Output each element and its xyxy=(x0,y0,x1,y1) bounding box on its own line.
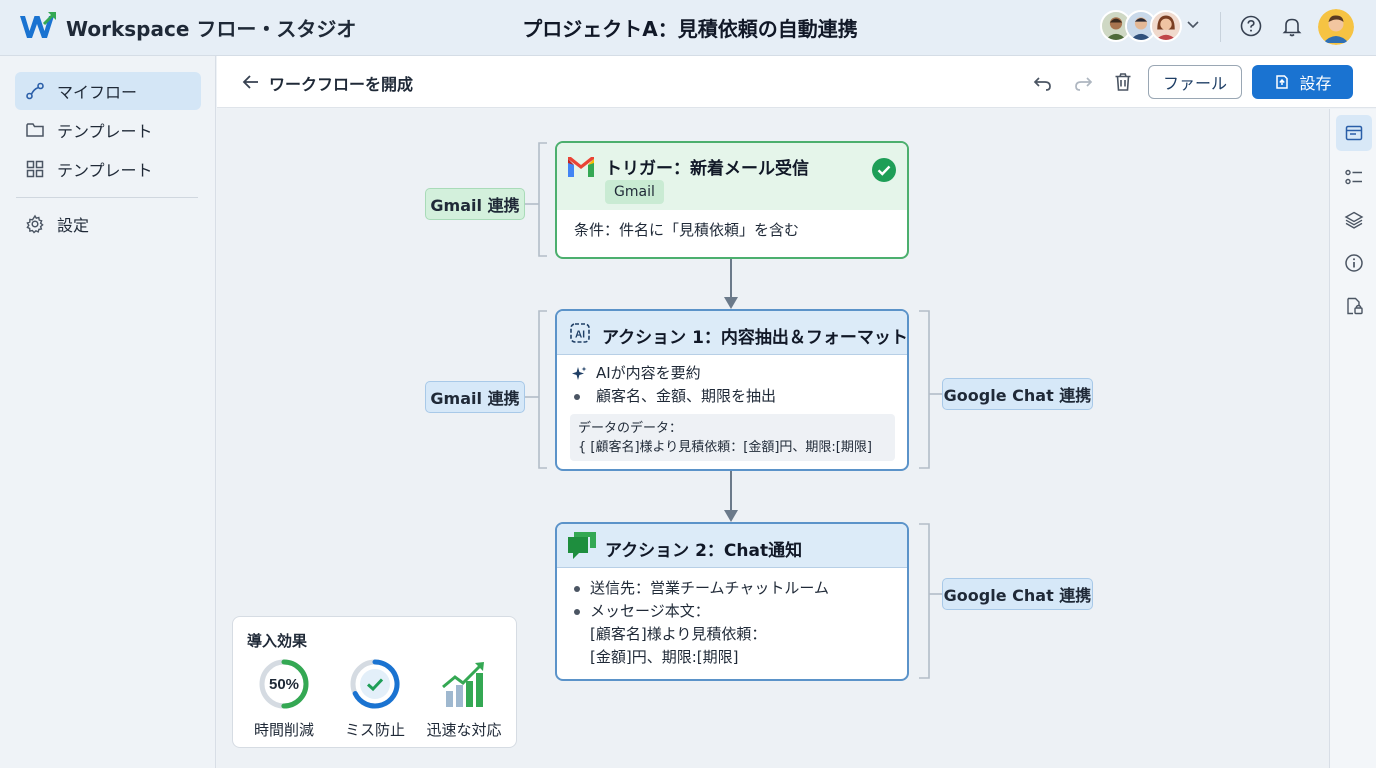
flow-icon xyxy=(26,82,44,100)
help-icon[interactable] xyxy=(1239,14,1263,38)
sidebar-item-my-flows[interactable]: マイフロー xyxy=(15,72,201,110)
gear-icon xyxy=(26,214,44,234)
progress-ring: 50% xyxy=(259,659,309,709)
app-logo-icon[interactable] xyxy=(18,10,58,42)
trash-icon[interactable] xyxy=(1111,70,1135,94)
page-title: ワークフローを開成 xyxy=(269,75,414,94)
top-bar: Workspace フロー・スタジオ プロジェクトA：見積依頼の自動連携 xyxy=(0,0,1376,56)
metric-label: 時間削減 xyxy=(253,721,314,739)
svg-text:AI: AI xyxy=(575,330,585,341)
right-rail xyxy=(1329,109,1376,768)
save-button-label: 設存 xyxy=(1299,74,1332,93)
sidebar-item-label: マイフロー xyxy=(57,83,138,102)
sparkle-icon xyxy=(572,366,587,380)
document-lock-icon xyxy=(1347,297,1363,315)
folder-icon xyxy=(26,123,44,137)
action2-card[interactable]: アクション 2：Chat通知 送信先：営業チームチャットルーム メッセージ本文：… xyxy=(555,522,909,681)
gmail-integration-pill[interactable]: Gmail 連携 xyxy=(425,381,525,413)
checklist-button[interactable] xyxy=(1340,163,1368,191)
trigger-card[interactable]: トリガー：新着メール受信 Gmail 条件：件名に「見積依頼」を含む xyxy=(555,141,909,259)
workflow-header: ワークフローを開成 ファール 設存 xyxy=(217,56,1376,108)
app-title: Workspace フロー・スタジオ xyxy=(66,17,357,41)
action1-body: AIが内容を要約 顧客名、金額、期限を抽出 xyxy=(570,362,776,408)
user-avatar[interactable] xyxy=(1318,9,1354,45)
check-icon xyxy=(350,659,400,709)
avatar[interactable] xyxy=(1150,10,1182,42)
chevron-down-icon[interactable] xyxy=(1185,16,1201,32)
sidebar-divider xyxy=(16,197,198,198)
message-label-line: メッセージ本文： xyxy=(570,600,829,623)
gmail-icon xyxy=(568,157,594,177)
save-button[interactable]: 設存 xyxy=(1252,65,1353,99)
toolbar-divider xyxy=(1220,12,1221,42)
action1-card-header: AI アクション 1：内容抽出＆フォーマット xyxy=(557,311,907,355)
recipient-line: 送信先：営業チームチャットルーム xyxy=(570,577,829,600)
metric-value: 50% xyxy=(269,676,299,693)
info-button[interactable] xyxy=(1340,249,1368,277)
google-chat-integration-pill[interactable]: Google Chat 連携 xyxy=(942,578,1093,610)
file-button[interactable]: ファール xyxy=(1148,65,1242,99)
google-chat-integration-pill[interactable]: Google Chat 連携 xyxy=(942,378,1093,410)
grid-icon xyxy=(26,160,44,178)
data-label: データのデータ： xyxy=(578,421,683,436)
sidebar-item-templates[interactable]: テンプレート xyxy=(15,111,201,149)
message-line: [顧客名]様より見積依頼： xyxy=(590,625,767,643)
save-icon xyxy=(1276,75,1289,89)
trigger-title: トリガー：新着メール受信 xyxy=(605,159,809,179)
metric-time-reduction: 50% 時間削減 xyxy=(239,657,329,743)
action2-body: 送信先：営業チームチャットルーム メッセージ本文： [顧客名]様より見積依頼： … xyxy=(570,577,829,669)
back-arrow-icon[interactable] xyxy=(239,70,263,94)
impact-card: 導入効果 50% 時間削減 ミス防止 迅速な対応 xyxy=(232,616,517,748)
info-icon xyxy=(1345,254,1363,272)
redo-icon[interactable] xyxy=(1071,70,1095,94)
metric-label: ミス防止 xyxy=(344,721,405,739)
trigger-condition: 条件：件名に「見積依頼」を含む xyxy=(574,221,800,239)
action1-card[interactable]: AI アクション 1：内容抽出＆フォーマット AIが内容を要約 顧客名、金額、期… xyxy=(555,309,909,471)
data-preview: データのデータ： { [顧客名]様より見積依頼：[金額]円、期限:[期限] xyxy=(570,414,895,461)
sidebar: マイフロー テンプレート テンプレート 設定 xyxy=(0,56,216,768)
message-line: [金額]円、期限:[期限] xyxy=(590,648,739,666)
bell-icon[interactable] xyxy=(1280,14,1304,38)
metric-error-prevention: ミス防止 xyxy=(330,657,420,743)
gmail-integration-pill[interactable]: Gmail 連携 xyxy=(425,188,525,220)
data-value: { [顧客名]様より見積依頼：[金額]円、期限:[期限] xyxy=(578,440,872,455)
sidebar-item-label: 設定 xyxy=(57,216,90,235)
metric-label: 迅速な対応 xyxy=(426,721,502,739)
project-title: プロジェクトA：見積依頼の自動連携 xyxy=(522,17,858,41)
impact-title: 導入効果 xyxy=(247,632,308,650)
extract-line: 顧客名、金額、期限を抽出 xyxy=(570,385,776,408)
google-chat-icon xyxy=(568,532,596,559)
ai-summary-line: AIが内容を要約 xyxy=(570,362,776,385)
growth-chart-icon xyxy=(442,662,484,707)
sidebar-item-settings[interactable]: 設定 xyxy=(15,205,201,243)
trigger-card-header: トリガー：新着メール受信 Gmail xyxy=(557,143,907,210)
ai-icon: AI xyxy=(570,323,590,343)
metric-fast-response: 迅速な対応 xyxy=(419,657,509,743)
sidebar-item-label: テンプレート xyxy=(57,122,153,141)
properties-panel-button[interactable] xyxy=(1336,115,1372,151)
check-circle-icon xyxy=(872,158,896,182)
sidebar-item-templates-grid[interactable]: テンプレート xyxy=(15,150,201,188)
checklist-icon xyxy=(1345,169,1362,185)
panel-icon xyxy=(1345,125,1363,141)
layers-icon xyxy=(1344,211,1364,229)
action2-card-header: アクション 2：Chat通知 xyxy=(557,524,907,568)
sidebar-item-label: テンプレート xyxy=(57,161,153,180)
undo-icon[interactable] xyxy=(1031,70,1055,94)
action1-title: アクション 1：内容抽出＆フォーマット xyxy=(602,328,908,348)
gmail-chip: Gmail xyxy=(605,180,664,204)
action2-title: アクション 2：Chat通知 xyxy=(605,541,803,561)
layers-button[interactable] xyxy=(1340,206,1368,234)
permissions-button[interactable] xyxy=(1340,292,1368,320)
